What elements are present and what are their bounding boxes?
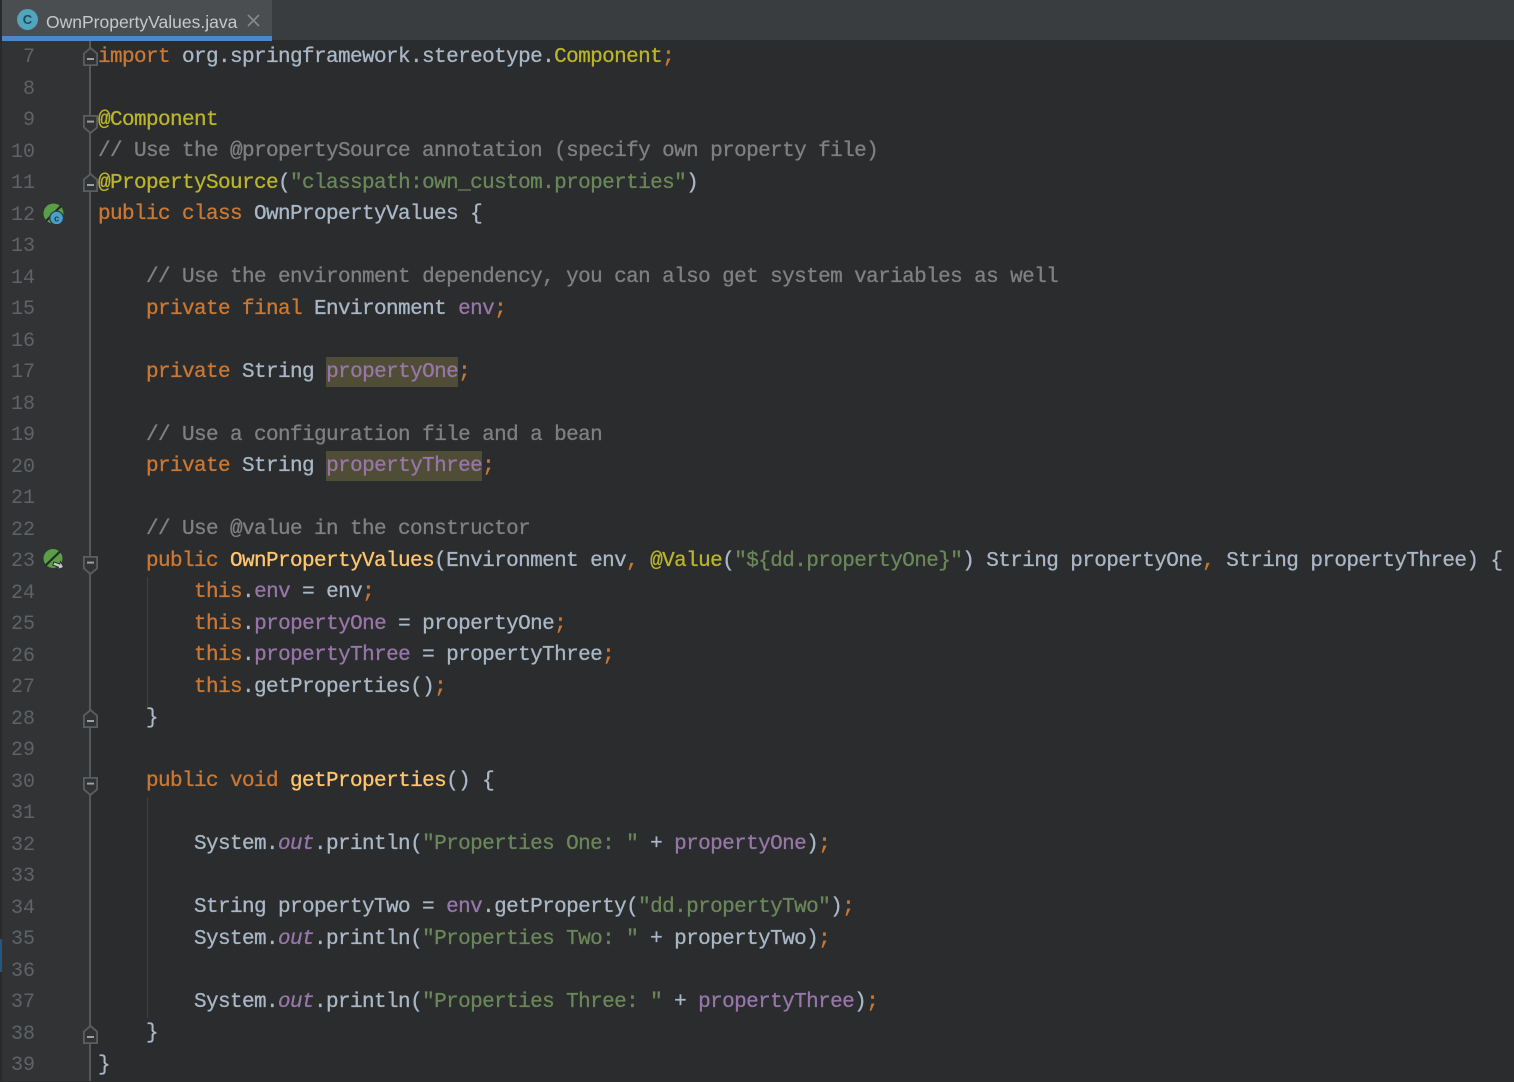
svg-text:c: c [54,213,59,223]
